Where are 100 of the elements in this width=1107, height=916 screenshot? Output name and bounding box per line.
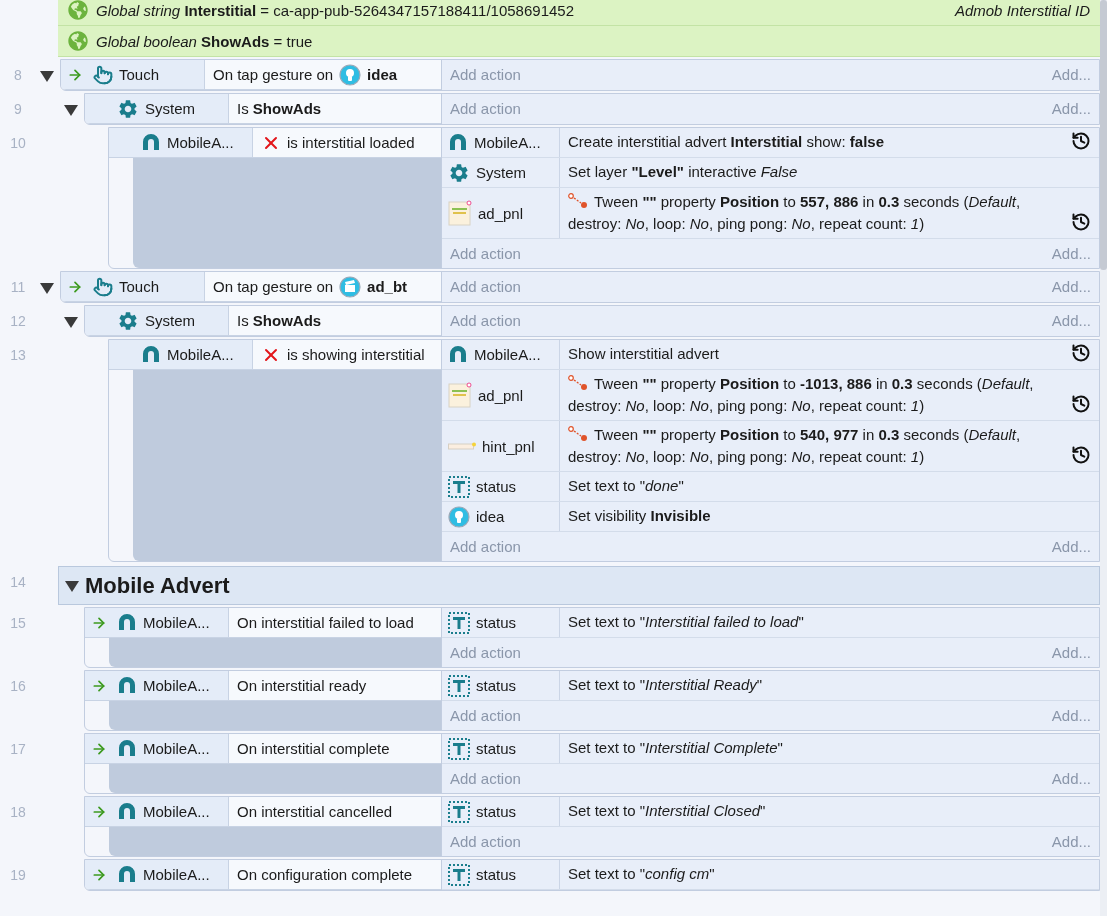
action-cell[interactable]: Set text to "Interstitial Closed" — [560, 797, 1099, 826]
object-name: MobileA... — [143, 740, 210, 757]
action-cell[interactable]: Tween "" property Position to 540, 977 in 0.3 seconds (Default, destroy: No, loop: No, ping pong: No, repeat count: 1) — [560, 421, 1067, 471]
condition-object[interactable]: MobileA... — [85, 797, 229, 826]
variable-comment: Admob Interstitial ID — [954, 1, 1090, 19]
expand-arrow-icon[interactable] — [65, 578, 79, 593]
text-object-icon — [448, 611, 470, 634]
action-object[interactable]: System — [442, 158, 560, 187]
object-name: status — [476, 677, 517, 694]
text-object-icon — [448, 863, 470, 886]
line-number: 8 — [13, 66, 23, 85]
condition-text: On interstitial failed to load — [237, 614, 414, 631]
line-number: 19 — [9, 866, 27, 885]
object-name: ad_pnl — [478, 386, 524, 404]
expand-arrow-icon[interactable] — [64, 315, 78, 329]
global-variable-row[interactable]: Global string Interstitial = ca-app-pub-5264347157188411/1058691452 Admob Interstitial ID — [58, 0, 1100, 26]
condition-object[interactable]: MobileA... — [85, 608, 229, 637]
action-text: Show interstitial advert — [568, 345, 719, 362]
action-cell[interactable]: Set visibility Invisible — [560, 502, 1099, 531]
global-variable-row[interactable]: Global boolean ShowAds = true — [58, 26, 1100, 57]
arch-logo-icon — [117, 801, 137, 822]
scrollbar[interactable] — [1100, 0, 1107, 916]
action-object[interactable]: status — [442, 671, 560, 700]
arch-logo-icon — [448, 344, 468, 365]
object-name: Touch — [119, 66, 160, 83]
group-header[interactable]: Mobile Advert — [58, 566, 1100, 605]
expand-arrow-icon[interactable] — [40, 69, 54, 83]
globe-icon — [68, 31, 88, 51]
object-name: MobileA... — [167, 346, 234, 363]
condition-object[interactable]: MobileA... — [85, 860, 229, 889]
action-object[interactable]: status — [442, 860, 560, 889]
line-number: 14 — [9, 573, 27, 592]
arch-logo-icon — [117, 675, 137, 696]
arch-logo-icon — [141, 344, 161, 365]
condition-text: is interstitial loaded — [287, 134, 415, 151]
action-object[interactable]: hint_pnl — [442, 421, 560, 471]
action-object[interactable]: MobileA... — [442, 340, 560, 369]
action-cell[interactable]: Set text to "Interstitial failed to load" — [560, 608, 1099, 637]
arch-logo-icon — [117, 864, 137, 885]
condition-text: On tap gesture on — [213, 278, 334, 295]
condition-parameter: ad_bt — [367, 278, 408, 295]
text-object-icon — [448, 800, 470, 823]
action-object[interactable]: status — [442, 797, 560, 826]
line-number: 15 — [9, 614, 27, 633]
arch-logo-icon — [141, 132, 161, 153]
action-text: Set text to "Interstitial Closed" — [568, 802, 766, 819]
action-object[interactable]: ad_pnl — [442, 188, 560, 238]
object-name: Touch — [119, 278, 160, 295]
condition-text: On tap gesture on — [213, 66, 334, 83]
object-name: MobileA... — [143, 866, 210, 883]
line-number: 17 — [9, 740, 27, 759]
action-object[interactable]: ad_pnl — [442, 370, 560, 420]
condition-object[interactable]: MobileA... — [85, 671, 229, 700]
condition-text: On interstitial cancelled — [237, 803, 393, 820]
action-cell[interactable]: Show interstitial advert — [560, 340, 1067, 369]
text-object-icon — [448, 737, 470, 760]
line-number: 13 — [9, 346, 27, 365]
object-name: System — [145, 100, 195, 117]
arch-logo-icon — [448, 132, 468, 153]
action-object[interactable]: status — [442, 608, 560, 637]
action-cell[interactable]: Set text to "Interstitial Ready" — [560, 671, 1099, 700]
expand-arrow-icon[interactable] — [40, 281, 54, 295]
action-cell[interactable]: Set text to "config cm" — [560, 860, 1099, 889]
action-object[interactable]: status — [442, 734, 560, 763]
condition-text: On interstitial ready — [237, 677, 367, 694]
line-number: 16 — [9, 677, 27, 696]
condition-object[interactable]: MobileA... — [109, 340, 253, 369]
action-cell[interactable]: Set text to "done" — [560, 472, 1099, 501]
bar-thumbnail-icon — [448, 442, 476, 450]
condition-object[interactable]: System — [85, 94, 229, 123]
action-text: Create interstitial advert Interstitial show: false — [568, 133, 884, 150]
condition-object[interactable]: MobileA... — [109, 128, 253, 157]
condition-object[interactable]: Touch — [61, 272, 205, 301]
pointing-hand-icon — [93, 276, 113, 297]
condition-object[interactable]: System — [85, 306, 229, 335]
condition-parameter: idea — [367, 66, 398, 83]
gear-icon — [448, 161, 470, 184]
action-object[interactable]: status — [442, 472, 560, 501]
action-text: Set visibility Invisible — [568, 507, 711, 524]
action-object[interactable]: MobileA... — [442, 128, 560, 157]
action-object[interactable]: idea — [442, 502, 560, 531]
action-cell[interactable]: Set layer "Level" interactive False — [560, 158, 1099, 187]
object-name: MobileA... — [474, 134, 541, 151]
condition-object[interactable]: MobileA... — [85, 734, 229, 763]
object-name: status — [476, 614, 517, 631]
variable-declaration: Global string Interstitial = ca-app-pub-5264347157188411/1058691452 — [96, 1, 574, 19]
action-text: Set text to "Interstitial Ready" — [568, 676, 763, 693]
action-text: Set text to "Interstitial Complete" — [568, 739, 783, 756]
line-number: 9 — [13, 100, 23, 119]
action-cell[interactable]: Tween "" property Position to 557, 886 in 0.3 seconds (Default, destroy: No, loop: No, ping pong: No, repeat count: 1) — [560, 188, 1067, 238]
action-cell[interactable]: Set text to "Interstitial Complete" — [560, 734, 1099, 763]
clapperboard-icon — [339, 275, 362, 298]
expand-arrow-icon[interactable] — [64, 103, 78, 117]
condition-object[interactable]: Touch — [61, 60, 205, 89]
object-name: status — [476, 866, 517, 883]
text-object-icon — [448, 475, 470, 498]
scrollbar-thumb[interactable] — [1100, 0, 1107, 270]
line-number: 11 — [9, 278, 27, 297]
action-cell[interactable]: Tween "" property Position to -1013, 886 in 0.3 seconds (Default, destroy: No, loop: No, ping pong: No, repeat count: 1) — [560, 370, 1067, 420]
action-cell[interactable]: Create interstitial advert Interstitial show: false — [560, 128, 1067, 157]
